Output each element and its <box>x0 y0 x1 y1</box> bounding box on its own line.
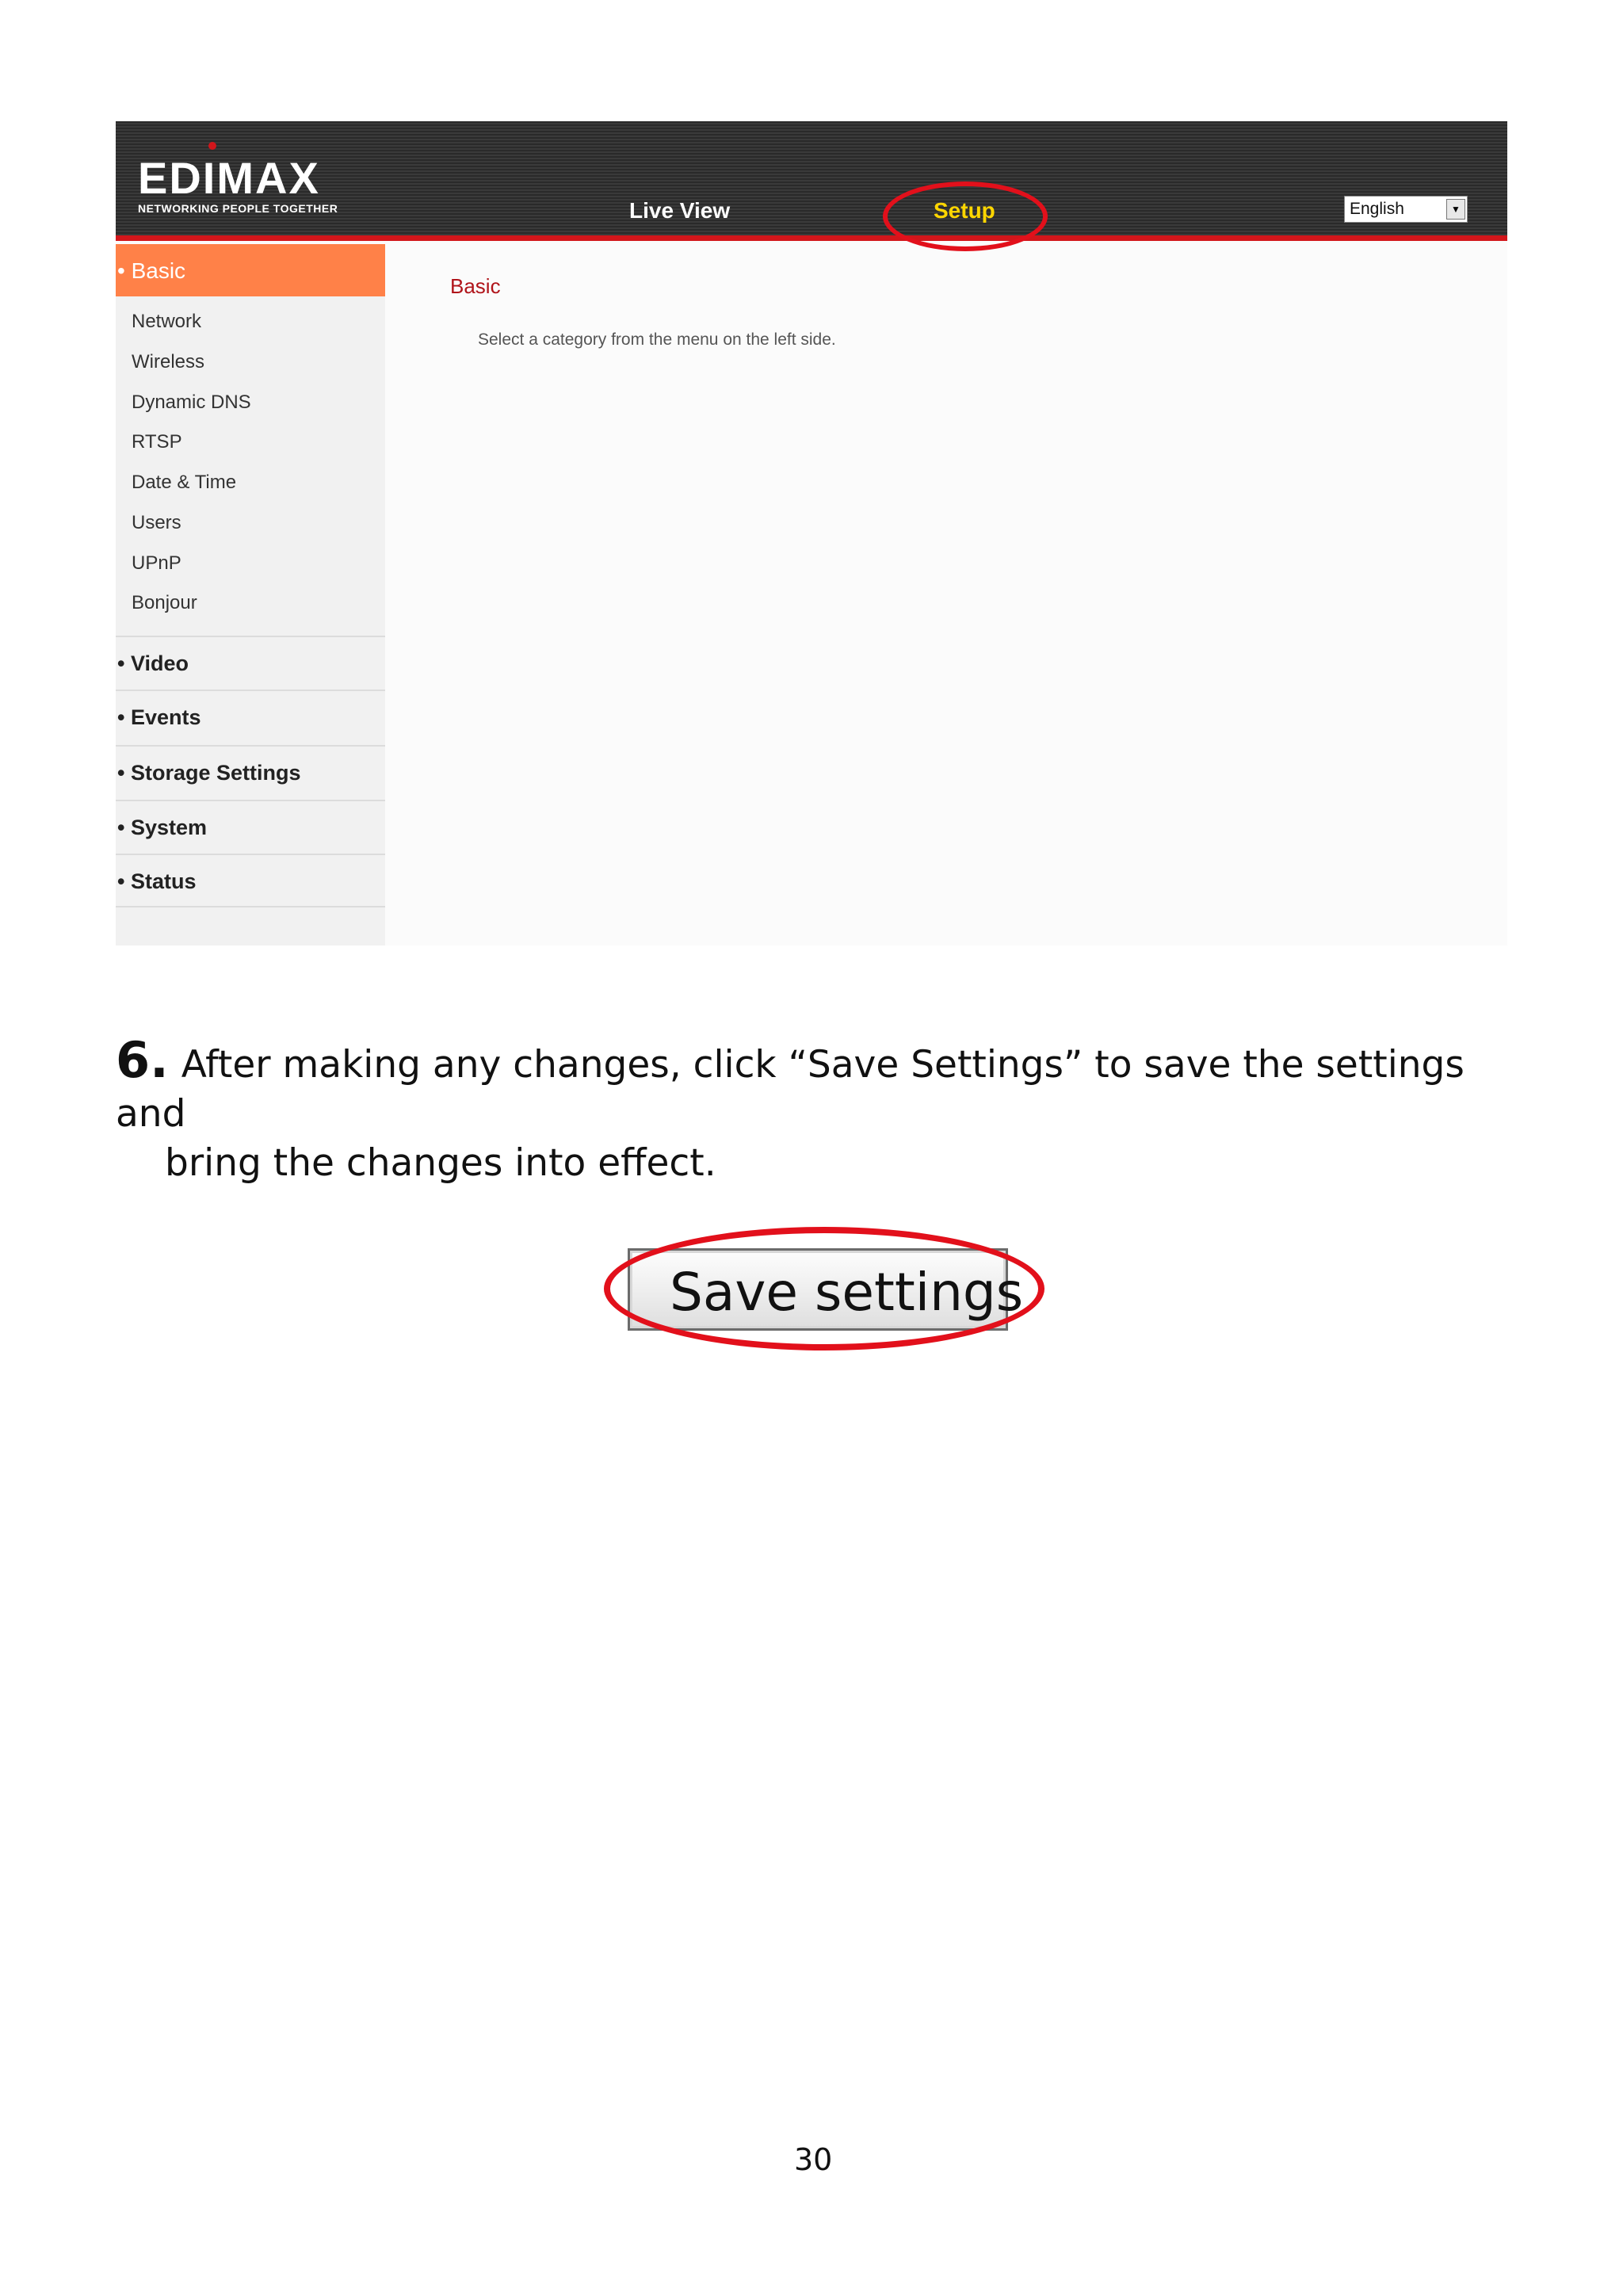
step-number: 6. <box>116 1031 169 1089</box>
sidebar-item-events[interactable]: • Events <box>116 690 385 743</box>
sidebar-item-system[interactable]: • System <box>116 800 385 854</box>
logo-wordmark: EDIMAX <box>138 153 320 203</box>
chevron-down-icon[interactable]: ▼ <box>1446 199 1465 220</box>
sidebar-item-wireless[interactable]: Wireless <box>132 351 204 373</box>
language-select[interactable]: English ▼ <box>1344 196 1468 223</box>
language-selected-value: English <box>1350 200 1404 218</box>
header-divider <box>116 235 1507 241</box>
sidebar-item-storage-settings[interactable]: • Storage Settings <box>116 745 385 799</box>
page-number: 30 <box>794 2142 833 2177</box>
step-text-line-2: bring the changes into effect. <box>165 1141 716 1185</box>
sidebar-item-label: • Events <box>117 705 201 729</box>
page-title: Basic <box>450 274 501 298</box>
sidebar: • Basic Network Wireless Dynamic DNS RTS… <box>116 244 385 946</box>
sidebar-item-date-time[interactable]: Date & Time <box>132 472 236 494</box>
nav-live-view[interactable]: Live View <box>629 198 730 223</box>
logo-dot <box>208 142 216 150</box>
edimax-logo: EDIMAX NETWORKING PEOPLE TOGETHER <box>138 142 338 215</box>
sidebar-item-label: • Storage Settings <box>117 761 301 785</box>
sidebar-item-upnp[interactable]: UPnP <box>132 552 181 575</box>
sidebar-item-bonjour[interactable]: Bonjour <box>132 592 197 614</box>
setup-highlight-ring <box>883 181 1048 251</box>
sidebar-item-users[interactable]: Users <box>132 512 181 534</box>
logo-tagline: NETWORKING PEOPLE TOGETHER <box>138 202 338 215</box>
sidebar-item-status[interactable]: • Status <box>116 854 385 907</box>
sidebar-item-basic[interactable]: • Basic <box>116 244 385 296</box>
sidebar-item-label: • Status <box>117 869 197 893</box>
camera-setup-screenshot: EDIMAX NETWORKING PEOPLE TOGETHER Live V… <box>116 121 1507 946</box>
sidebar-item-label: • Video <box>117 651 189 675</box>
instruction-step: 6. After making any changes, click “Save … <box>116 1036 1542 1188</box>
step-text-line-1: After making any changes, click “Save Se… <box>116 1043 1465 1136</box>
sidebar-item-dynamic-dns[interactable]: Dynamic DNS <box>132 392 251 414</box>
instruction-line-1: 6. After making any changes, click “Save … <box>116 1036 1542 1139</box>
top-navigation-bar: EDIMAX NETWORKING PEOPLE TOGETHER Live V… <box>116 121 1507 241</box>
sidebar-item-network[interactable]: Network <box>132 311 201 333</box>
save-highlight-ring <box>604 1227 1044 1350</box>
sidebar-item-label: • System <box>117 816 208 839</box>
sidebar-item-label: • Basic <box>117 258 186 283</box>
page-hint: Select a category from the menu on the l… <box>478 330 836 349</box>
sidebar-item-rtsp[interactable]: RTSP <box>132 431 182 453</box>
sidebar-item-video[interactable]: • Video <box>116 636 385 690</box>
